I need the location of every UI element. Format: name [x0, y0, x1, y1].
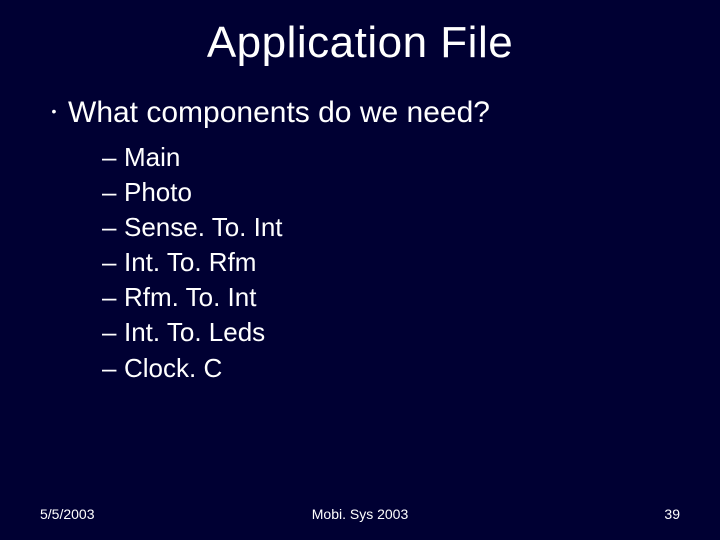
list-item-text: Rfm. To. Int — [124, 282, 256, 312]
dash-icon: – — [102, 245, 124, 280]
list-item: –Main — [102, 140, 680, 175]
bullet-question: •What components do we need? — [40, 96, 680, 130]
list-item-text: Main — [124, 142, 180, 172]
list-item-text: Int. To. Rfm — [124, 247, 256, 277]
list-item: –Photo — [102, 175, 680, 210]
list-item-text: Clock. C — [124, 353, 222, 383]
component-list: –Main –Photo –Sense. To. Int –Int. To. R… — [102, 140, 680, 386]
dash-icon: – — [102, 280, 124, 315]
slide: Application File •What components do we … — [0, 0, 720, 540]
list-item: –Clock. C — [102, 351, 680, 386]
footer-page-number: 39 — [664, 506, 680, 522]
list-item: –Rfm. To. Int — [102, 280, 680, 315]
dash-icon: – — [102, 315, 124, 350]
list-item-text: Photo — [124, 177, 192, 207]
list-item: –Int. To. Leds — [102, 315, 680, 350]
dash-icon: – — [102, 140, 124, 175]
list-item: –Int. To. Rfm — [102, 245, 680, 280]
bullet-dot-icon: • — [40, 103, 68, 119]
bullet-question-text: What components do we need? — [68, 96, 490, 129]
footer-venue: Mobi. Sys 2003 — [0, 506, 720, 522]
list-item: –Sense. To. Int — [102, 210, 680, 245]
slide-title: Application File — [40, 18, 680, 68]
list-item-text: Int. To. Leds — [124, 317, 265, 347]
dash-icon: – — [102, 210, 124, 245]
dash-icon: – — [102, 351, 124, 386]
list-item-text: Sense. To. Int — [124, 212, 283, 242]
dash-icon: – — [102, 175, 124, 210]
